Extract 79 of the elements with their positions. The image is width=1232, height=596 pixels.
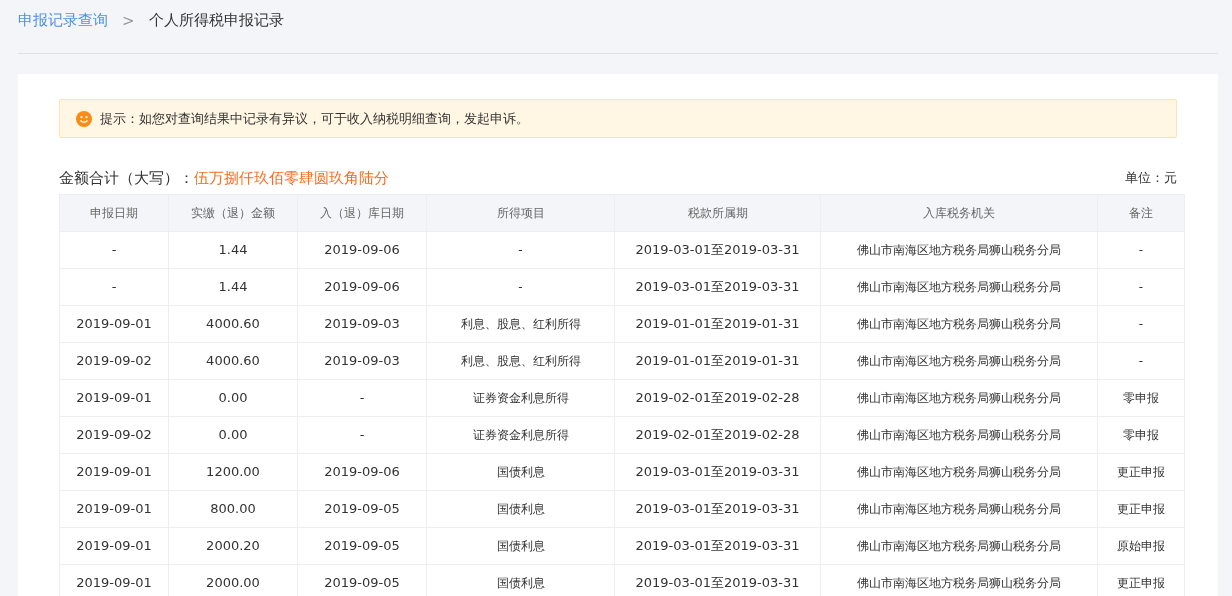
table-cell: 更正申报 [1097,490,1185,528]
table-cell: 证券资金利息所得 [426,416,615,454]
table-cell: 1.44 [168,268,298,306]
table-cell: 1.44 [168,231,298,269]
table-cell: - [1097,231,1185,269]
table-cell: 1200.00 [168,453,298,491]
table-cell: 4000.60 [168,342,298,380]
page-title: 个人所得税申报记录 [148,11,284,30]
unit-label: 单位：元 [1125,169,1177,187]
table-cell: - [426,231,615,269]
table-cell: 佛山市南海区地方税务局狮山税务分局 [820,379,1098,417]
table-cell: 0.00 [168,379,298,417]
table-cell: 2019-09-03 [297,342,427,380]
table-cell: 2019-01-01至2019-01-31 [614,305,821,343]
table-cell: 2019-09-01 [59,564,169,596]
table-cell: 利息、股息、红利所得 [426,342,615,380]
column-header: 入（退）库日期 [297,194,427,232]
table-cell: 2019-03-01至2019-03-31 [614,231,821,269]
column-header: 申报日期 [59,194,169,232]
table-cell: 国债利息 [426,453,615,491]
table-cell: 2019-09-05 [297,527,427,565]
table-cell: 2019-09-06 [297,453,427,491]
table-cell: 2019-03-01至2019-03-31 [614,527,821,565]
column-header: 入库税务机关 [820,194,1098,232]
table-cell: 2019-09-01 [59,490,169,528]
table-cell: - [297,416,427,454]
table-cell: 佛山市南海区地方税务局狮山税务分局 [820,453,1098,491]
breadcrumb-separator: > [122,11,135,30]
table-cell: 2019-09-06 [297,231,427,269]
table-cell: 证券资金利息所得 [426,379,615,417]
table-cell: 佛山市南海区地方税务局狮山税务分局 [820,490,1098,528]
table-cell: 佛山市南海区地方税务局狮山税务分局 [820,305,1098,343]
table-cell: 800.00 [168,490,298,528]
table-cell: 佛山市南海区地方税务局狮山税务分局 [820,342,1098,380]
table-cell: - [59,268,169,306]
table-cell: 国债利息 [426,527,615,565]
table-cell: 佛山市南海区地方税务局狮山税务分局 [820,416,1098,454]
table-cell: 2019-09-02 [59,342,169,380]
total-label: 金额合计（大写）： [59,169,194,187]
table-cell: 利息、股息、红利所得 [426,305,615,343]
table-cell: 零申报 [1097,379,1185,417]
table-cell: 2019-01-01至2019-01-31 [614,342,821,380]
column-header: 实缴（退）金额 [168,194,298,232]
table-cell: 佛山市南海区地方税务局狮山税务分局 [820,268,1098,306]
table-cell: - [1097,268,1185,306]
table-cell: 2019-09-01 [59,453,169,491]
table-cell: 2019-09-01 [59,379,169,417]
table-cell: 2019-03-01至2019-03-31 [614,268,821,306]
table-cell: - [1097,305,1185,343]
table-cell: 2019-03-01至2019-03-31 [614,490,821,528]
column-header: 所得项目 [426,194,615,232]
table-cell: - [59,231,169,269]
column-header: 备注 [1097,194,1185,232]
table-cell: 2019-02-01至2019-02-28 [614,379,821,417]
table-cell: 2019-09-03 [297,305,427,343]
table-cell: 佛山市南海区地方税务局狮山税务分局 [820,527,1098,565]
table-cell: 原始申报 [1097,527,1185,565]
table-cell: 零申报 [1097,416,1185,454]
table-cell: - [1097,342,1185,380]
table-cell: 2019-09-02 [59,416,169,454]
table-cell: 更正申报 [1097,453,1185,491]
column-header: 税款所属期 [614,194,821,232]
table-cell: 2019-09-06 [297,268,427,306]
total-amount: 伍万捌仟玖佰零肆圆玖角陆分 [194,169,389,187]
smiley-icon [76,110,92,127]
table-cell: 国债利息 [426,490,615,528]
table-cell: 2019-09-05 [297,490,427,528]
table-cell: 佛山市南海区地方税务局狮山税务分局 [820,231,1098,269]
table-cell: 2019-09-01 [59,305,169,343]
table-cell: 2019-09-01 [59,527,169,565]
breadcrumb-link[interactable]: 申报记录查询 [18,11,108,30]
table-cell: 4000.60 [168,305,298,343]
table-cell: - [426,268,615,306]
notice-text: 提示：如您对查询结果中记录有异议，可于收入纳税明细查询，发起申诉。 [100,109,529,128]
table-cell: 0.00 [168,416,298,454]
table-cell: - [297,379,427,417]
table-cell: 2019-03-01至2019-03-31 [614,453,821,491]
table-cell: 2000.20 [168,527,298,565]
table-cell: 2019-02-01至2019-02-28 [614,416,821,454]
